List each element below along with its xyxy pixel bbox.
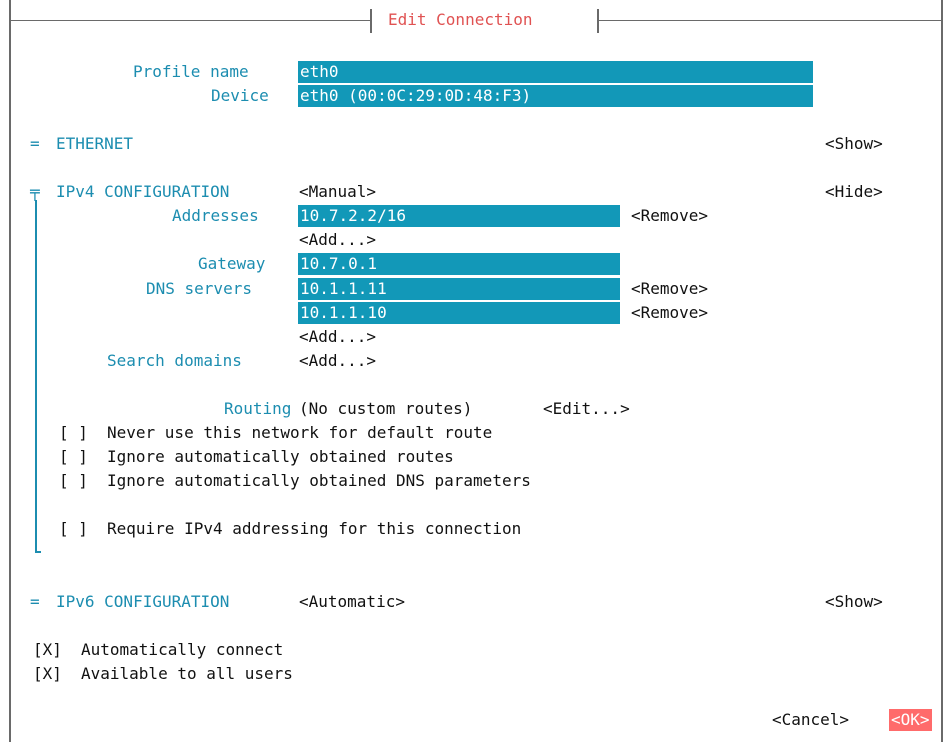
add-search-domain-button[interactable]: <Add...> [299,350,376,372]
title-rule-right [599,20,941,21]
dns-server-remove-button[interactable]: <Remove> [631,278,708,300]
profile-name-input[interactable]: eth0 [298,61,813,83]
ethernet-show-button[interactable]: <Show> [825,133,883,155]
device-label: Device [211,86,269,105]
gateway-input[interactable]: 10.7.0.1 [298,253,620,275]
gateway-label: Gateway [198,254,266,273]
ipv6-heading: IPv6 CONFIGURATION [56,592,230,611]
search-domains-label: Search domains [107,351,242,370]
cancel-button[interactable]: <Cancel> [772,709,849,731]
dns-server-remove-button[interactable]: <Remove> [631,302,708,324]
title-bracket-left [370,9,372,33]
ipv6-show-button[interactable]: <Show> [825,591,883,613]
dns-server-input[interactable]: 10.1.1.10 [298,302,620,324]
ethernet-heading: ETHERNET [56,134,134,153]
ethernet-marker: = [30,134,40,153]
add-dns-button[interactable]: <Add...> [299,326,376,348]
checkbox-require-ipv4[interactable]: [ ] [59,518,88,540]
checkbox-ignore-routes[interactable]: [ ] [59,446,88,468]
routing-value: (No custom routes) [299,399,473,418]
routing-edit-button[interactable]: <Edit...> [543,398,630,420]
dns-servers-label: DNS servers [146,279,252,298]
add-address-button[interactable]: <Add...> [299,229,376,251]
ipv6-marker: = [30,592,40,611]
address-remove-button[interactable]: <Remove> [631,205,708,227]
checkbox-ignore-dns[interactable]: [ ] [59,470,88,492]
dialog-title: Edit Connection [388,10,533,29]
ipv4-section-line [35,200,37,552]
checkbox-label: Automatically connect [81,640,284,659]
profile-name-label: Profile name [133,62,249,81]
checkbox-autoconnect[interactable]: [X] [33,639,62,661]
ipv4-heading: IPv4 CONFIGURATION [56,182,230,201]
device-input[interactable]: eth0 (00:0C:29:0D:48:F3) [298,85,813,107]
ipv4-section-corner [35,551,41,553]
checkbox-all-users[interactable]: [X] [33,663,62,685]
checkbox-label: Never use this network for default route [107,423,493,442]
title-rule-left [11,20,371,21]
ipv6-mode-select[interactable]: <Automatic> [299,591,405,613]
title-bracket-right [597,9,599,33]
ok-button[interactable]: <OK> [889,709,932,731]
ipv4-mode-select[interactable]: <Manual> [299,181,376,203]
dns-server-input[interactable]: 10.1.1.11 [298,278,620,300]
checkbox-label: Require IPv4 addressing for this connect… [107,519,522,538]
checkbox-label: Available to all users [81,664,293,683]
addresses-label: Addresses [172,206,259,225]
checkbox-never-default-route[interactable]: [ ] [59,422,88,444]
checkbox-label: Ignore automatically obtained routes [107,447,454,466]
routing-label: Routing [224,399,292,418]
ipv4-hide-button[interactable]: <Hide> [825,181,883,203]
checkbox-label: Ignore automatically obtained DNS parame… [107,471,531,490]
address-input[interactable]: 10.7.2.2/16 [298,205,620,227]
